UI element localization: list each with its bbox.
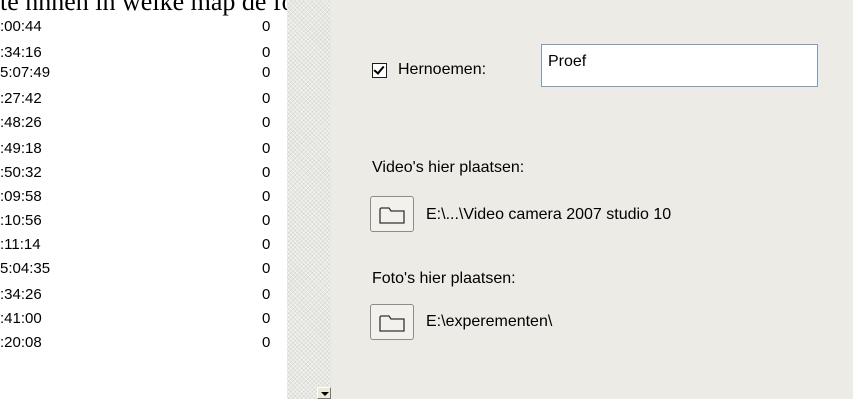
list-item[interactable]: :49:18 0	[0, 140, 287, 158]
count-cell: 0	[262, 18, 271, 35]
list-item[interactable]: :00:44 0	[0, 18, 287, 36]
photo-folder-button[interactable]	[370, 304, 414, 340]
list-item[interactable]: 5:04:35 0	[0, 260, 287, 278]
time-cell: :41:00	[0, 310, 42, 327]
folder-icon	[379, 315, 405, 332]
list-item[interactable]: :11:14 0	[0, 236, 287, 254]
count-cell: 0	[262, 286, 271, 303]
rename-label: Hernoemen:	[398, 61, 487, 78]
time-cell: :50:32	[0, 164, 42, 181]
list-item[interactable]: :34:16 0	[0, 44, 287, 62]
list-item[interactable]: :50:32 0	[0, 164, 287, 182]
count-cell: 0	[262, 90, 271, 107]
time-cell: :49:18	[0, 140, 42, 157]
folder-icon	[379, 207, 405, 224]
time-cell: 5:07:49	[0, 64, 51, 81]
count-cell: 0	[262, 164, 271, 181]
rename-checkbox[interactable]	[372, 63, 387, 78]
time-cell: :27:42	[0, 90, 42, 107]
list-item[interactable]: :41:00 0	[0, 310, 287, 328]
time-cell: :48:26	[0, 114, 42, 131]
list-item[interactable]: :20:08 0	[0, 334, 287, 352]
video-folder-label: Video's hier plaatsen:	[372, 159, 525, 176]
list-item[interactable]: :10:56 0	[0, 212, 287, 230]
list-item[interactable]: :27:42 0	[0, 90, 287, 108]
list-item[interactable]: 5:07:49 0	[0, 64, 287, 82]
count-cell: 0	[262, 64, 271, 81]
rename-input[interactable]: Proef	[541, 44, 818, 87]
video-folder-button[interactable]	[370, 196, 414, 232]
count-cell: 0	[262, 212, 271, 229]
time-cell: 5:04:35	[0, 260, 51, 277]
list-item[interactable]: :48:26 0	[0, 114, 287, 132]
vertical-scrollbar[interactable]	[287, 0, 331, 399]
count-cell: 0	[262, 260, 271, 277]
count-cell: 0	[262, 44, 271, 61]
count-cell: 0	[262, 236, 271, 253]
time-cell: :10:56	[0, 212, 42, 229]
count-cell: 0	[262, 310, 271, 327]
time-cell: :00:44	[0, 18, 42, 35]
time-cell: :09:58	[0, 188, 42, 205]
time-cell: :11:14	[0, 236, 41, 253]
list-item[interactable]: :34:26 0	[0, 286, 287, 304]
scroll-down-button[interactable]	[317, 387, 331, 399]
time-cell: :34:26	[0, 286, 42, 303]
count-cell: 0	[262, 188, 271, 205]
list-item[interactable]: :09:58 0	[0, 188, 287, 206]
count-cell: 0	[262, 334, 271, 351]
count-cell: 0	[262, 114, 271, 131]
time-list: :00:44 0 :34:16 0 5:07:49 0 :27:42 0 :48…	[0, 18, 287, 399]
photo-folder-path: E:\experementen\	[426, 313, 553, 330]
time-cell: :34:16	[0, 44, 42, 61]
count-cell: 0	[262, 140, 271, 157]
time-cell: :20:08	[0, 334, 42, 351]
photo-folder-label: Foto's hier plaatsen:	[372, 270, 516, 287]
video-folder-path: E:\...\Video camera 2007 studio 10	[426, 206, 672, 223]
